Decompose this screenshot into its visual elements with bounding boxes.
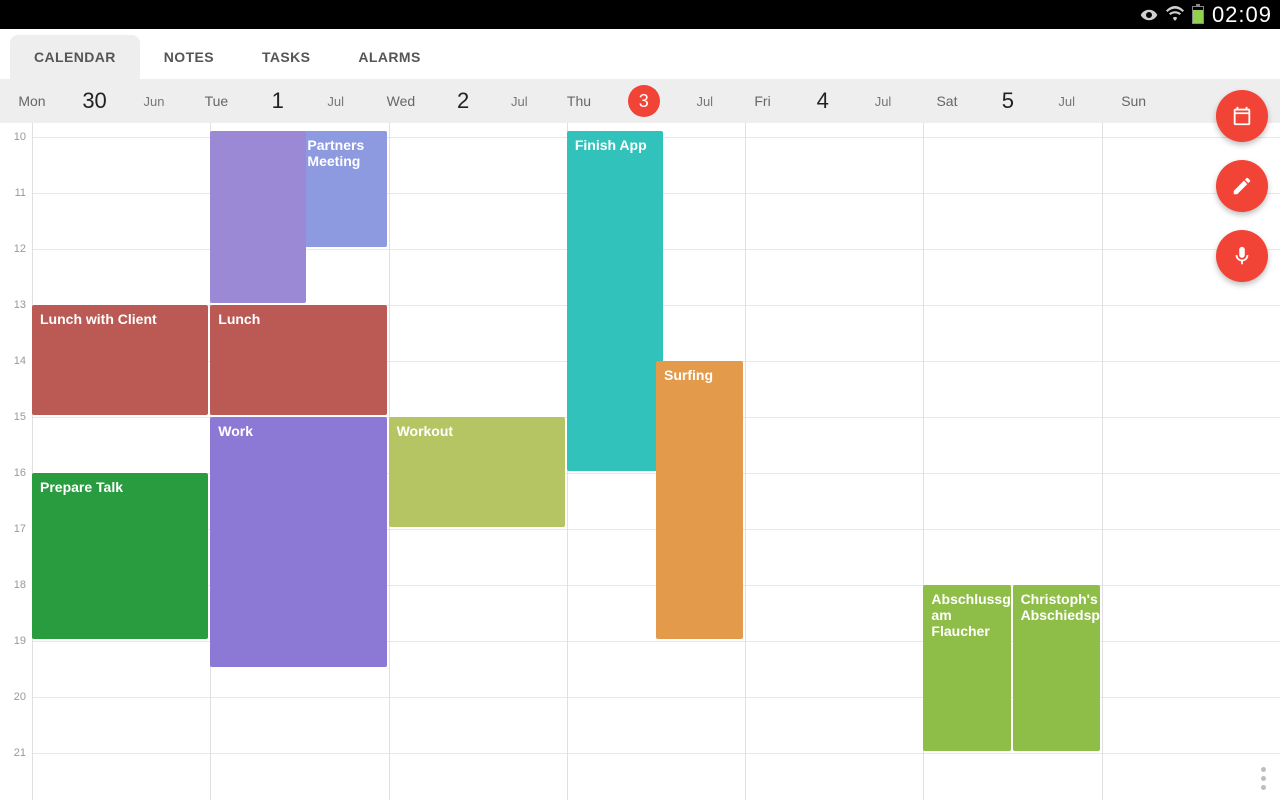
month-label: Jun	[144, 94, 165, 109]
event-work[interactable]: Work	[210, 417, 386, 667]
hour-label-16: 16	[14, 467, 26, 479]
day-number: 5	[1002, 88, 1014, 114]
status-clock: 02:09	[1212, 2, 1272, 28]
hour-label-17: 17	[14, 523, 26, 535]
fab-column	[1216, 90, 1268, 282]
day-header-5[interactable]: Sat 5 Jul	[914, 79, 1097, 123]
day-of-week: Thu	[567, 93, 591, 109]
day-number: 2	[457, 88, 469, 114]
fab-mic[interactable]	[1216, 230, 1268, 282]
day-of-week: Sun	[1121, 93, 1146, 109]
events-layer: Partners Meeting Lunch with ClientLunchWo…	[32, 123, 1280, 800]
wifi-icon	[1166, 6, 1184, 24]
event-abschlussgillen-am-flaucher[interactable]: Abschlussgillen am Flaucher	[923, 585, 1010, 751]
tab-tasks[interactable]: TASKS	[238, 35, 334, 79]
tab-bar: CALENDARNOTESTASKSALARMS	[0, 29, 1280, 79]
event-block[interactable]	[210, 131, 306, 303]
mic-icon	[1231, 245, 1253, 267]
calendar-grid[interactable]: 10 11 12 13 14 15 16 17 18 19 20 21 Partners Meetin…	[0, 123, 1280, 800]
day-header-1[interactable]: Tue 1 Jul	[183, 79, 366, 123]
hour-label-15: 15	[14, 411, 26, 423]
day-header-4[interactable]: Fri 4 Jul	[731, 79, 914, 123]
event-christoph-s-abschiedsparty[interactable]: Christoph's Abschiedsparty	[1013, 585, 1100, 751]
hour-label-19: 19	[14, 635, 26, 647]
day-number: 30	[82, 88, 106, 114]
overflow-menu[interactable]	[1261, 767, 1266, 790]
month-label: Jul	[327, 94, 344, 109]
pencil-icon	[1231, 175, 1253, 197]
event-lunch[interactable]: Lunch	[210, 305, 386, 415]
hour-label-13: 13	[14, 299, 26, 311]
day-of-week: Tue	[205, 93, 229, 109]
battery-icon	[1192, 6, 1204, 24]
android-status-bar: 02:09	[0, 0, 1280, 29]
day-number: 3	[628, 85, 660, 117]
fab-pencil[interactable]	[1216, 160, 1268, 212]
hour-label-20: 20	[14, 691, 26, 703]
fab-calendar[interactable]	[1216, 90, 1268, 142]
event-surfing[interactable]: Surfing	[656, 361, 743, 639]
day-header-2[interactable]: Wed 2 Jul	[366, 79, 549, 123]
day-of-week: Fri	[754, 93, 770, 109]
eye-icon	[1140, 6, 1158, 24]
event-lunch-with-client[interactable]: Lunch with Client	[32, 305, 208, 415]
month-label: Jul	[1058, 94, 1075, 109]
calendar-icon	[1231, 105, 1253, 127]
event-prepare-talk[interactable]: Prepare Talk	[32, 473, 208, 639]
hour-gutter: 10 11 12 13 14 15 16 17 18 19 20 21	[0, 123, 32, 800]
event-finish-app[interactable]: Finish App	[567, 131, 663, 471]
tab-alarms[interactable]: ALARMS	[334, 35, 444, 79]
day-of-week: Wed	[387, 93, 416, 109]
day-header-3[interactable]: Thu 3 Jul	[549, 79, 732, 123]
hour-label-21: 21	[14, 747, 26, 759]
day-of-week: Sat	[936, 93, 957, 109]
month-label: Jul	[511, 94, 528, 109]
hour-label-11: 11	[15, 187, 26, 199]
hour-label-14: 14	[14, 355, 26, 367]
hour-label-10: 10	[14, 131, 26, 143]
event-workout[interactable]: Workout	[389, 417, 565, 527]
day-number: 4	[817, 88, 829, 114]
month-label: Jul	[875, 94, 892, 109]
tab-notes[interactable]: NOTES	[140, 35, 238, 79]
day-number: 1	[272, 88, 284, 114]
hour-label-12: 12	[14, 243, 26, 255]
month-label: Jul	[696, 94, 713, 109]
date-header: Mon30JunTue1JulWed2JulThu3JulFri4JulSat5…	[0, 79, 1280, 123]
event-partners-meeting[interactable]: Partners Meeting	[299, 131, 386, 247]
hour-label-18: 18	[14, 579, 26, 591]
